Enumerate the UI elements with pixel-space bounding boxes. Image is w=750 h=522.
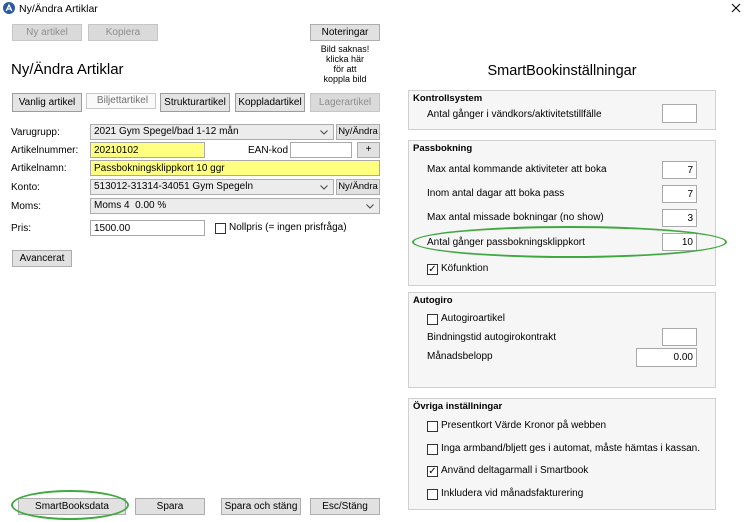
max-upcoming-input[interactable] (662, 161, 697, 179)
max-upcoming-label: Max antal kommande aktiviteter att boka (427, 164, 607, 175)
participant-template-checkbox[interactable]: ✓ (427, 466, 438, 477)
booking-days-label: Inom antal dagar att boka pass (427, 188, 565, 199)
gift-card-label: Presentkort Värde Kronor på webben (441, 420, 607, 431)
product-group-label: Varugrupp: (11, 127, 60, 138)
group-title: Övriga inställningar (413, 401, 503, 412)
article-number-input[interactable] (90, 142, 205, 158)
image-placeholder-line: för att (333, 64, 357, 74)
copy-button[interactable]: Kopiera (88, 24, 158, 41)
add-ean-button[interactable]: + (357, 142, 380, 158)
smartbook-settings-title: SmartBookinställningar (487, 63, 637, 79)
group-title: Passbokning (413, 143, 473, 154)
close-button[interactable]: Esc/Stäng (310, 498, 380, 515)
image-placeholder-line: klicka här (325, 54, 364, 64)
tab-vanlig-artikel[interactable]: Vanlig artikel (12, 93, 82, 112)
chevron-down-icon (366, 204, 374, 209)
group-passbokning: Passbokning Max antal kommande aktivitet… (408, 140, 716, 286)
vat-label: Moms: (11, 201, 41, 212)
product-group-value: 2021 Gym Spegel/bad 1-12 mån (94, 126, 239, 137)
queue-checkbox[interactable]: ✓ (427, 264, 438, 275)
autogiro-article-label: Autogiroartikel (441, 313, 505, 324)
vat-select[interactable]: Moms 4 0.00 % (90, 198, 380, 214)
max-no-show-input[interactable] (662, 209, 697, 227)
article-name-label: Artikelnamn: (11, 163, 67, 174)
booking-days-input[interactable] (662, 185, 697, 203)
tab-koppladartikel[interactable]: Koppladartikel (235, 93, 305, 112)
account-label: Konto: (11, 182, 40, 193)
notes-button[interactable]: Noteringar (310, 24, 380, 41)
turnstile-count-label: Antal gånger i vändkors/aktivitetstillfä… (427, 109, 602, 120)
account-edit-button[interactable]: Ny/Ändra (336, 179, 380, 195)
account-select[interactable]: 513012-31314-34051 Gym Spegeln (90, 179, 334, 195)
autogiro-article-checkbox[interactable] (427, 314, 438, 325)
new-article-button[interactable]: Ny artikel (12, 24, 82, 41)
zero-price-checkbox[interactable] (215, 223, 226, 234)
vat-value: Moms 4 0.00 % (94, 200, 167, 211)
group-autogiro: Autogiro Autogiroartikel Bindningstid au… (408, 292, 716, 388)
turnstile-count-input[interactable] (662, 104, 697, 123)
tab-lagerartikel[interactable]: Lagerartikel (310, 93, 380, 112)
advanced-button[interactable]: Avancerat (12, 250, 72, 267)
save-button[interactable]: Spara (135, 498, 205, 515)
max-no-show-label: Max antal missade bokningar (no show) (427, 212, 604, 223)
tab-biljettartikel[interactable]: Biljettartikel (86, 93, 156, 109)
gift-card-checkbox[interactable] (427, 421, 438, 432)
article-number-label: Artikelnummer: (11, 145, 79, 156)
close-icon[interactable] (731, 3, 741, 13)
binding-period-input[interactable] (662, 328, 697, 346)
product-group-select[interactable]: 2021 Gym Spegel/bad 1-12 mån (90, 124, 334, 140)
zero-price-label: Nollpris (= ingen prisfråga) (229, 222, 347, 233)
group-title: Kontrollsystem (413, 93, 483, 104)
chevron-down-icon (320, 185, 328, 190)
queue-label: Köfunktion (441, 263, 489, 274)
no-wristband-label: Inga armband/bljett ges i automat, måste… (441, 443, 701, 454)
binding-period-label: Bindningstid autogirokontrakt (427, 332, 556, 343)
image-placeholder-line: koppla bild (323, 74, 367, 84)
image-placeholder[interactable]: Bild saknas! klicka här för att koppla b… (306, 44, 384, 84)
chevron-down-icon (320, 130, 328, 135)
group-kontrollsystem: Kontrollsystem Antal gånger i vändkors/a… (408, 90, 716, 130)
tab-strukturartikel[interactable]: Strukturartikel (160, 93, 230, 112)
price-input[interactable] (90, 220, 205, 236)
ean-label: EAN-kod (248, 145, 289, 156)
highlight-ring-smartbook-data (11, 490, 129, 520)
monthly-amount-label: Månadsbelopp (427, 351, 493, 362)
article-dialog: Ny/Ändra Artiklar Ny artikel Kopiera Not… (0, 0, 750, 522)
price-label: Pris: (11, 223, 31, 234)
save-and-close-button[interactable]: Spara och stäng (221, 498, 301, 515)
monthly-amount-input[interactable] (636, 348, 697, 367)
ean-input[interactable] (290, 142, 352, 158)
monthly-invoicing-label: Inkludera vid månadsfakturering (441, 488, 584, 499)
image-placeholder-line: Bild saknas! (320, 44, 370, 54)
title-bar: Ny/Ändra Artiklar (0, 0, 750, 17)
group-ovriga-installningar: Övriga inställningar Presentkort Värde K… (408, 398, 716, 510)
account-value: 513012-31314-34051 Gym Spegeln (94, 181, 254, 192)
highlight-ring-punch-card-count (412, 226, 727, 258)
participant-template-label: Använd deltagarmall i Smartbook (441, 465, 589, 476)
window-title: Ny/Ändra Artiklar (19, 3, 98, 15)
article-name-input[interactable] (90, 160, 380, 176)
page-title: Ny/Ändra Artiklar (11, 61, 124, 78)
monthly-invoicing-checkbox[interactable] (427, 489, 438, 500)
product-group-edit-button[interactable]: Ny/Ändra (336, 124, 380, 140)
app-icon (3, 2, 15, 14)
no-wristband-checkbox[interactable] (427, 444, 438, 455)
group-title: Autogiro (413, 295, 453, 306)
